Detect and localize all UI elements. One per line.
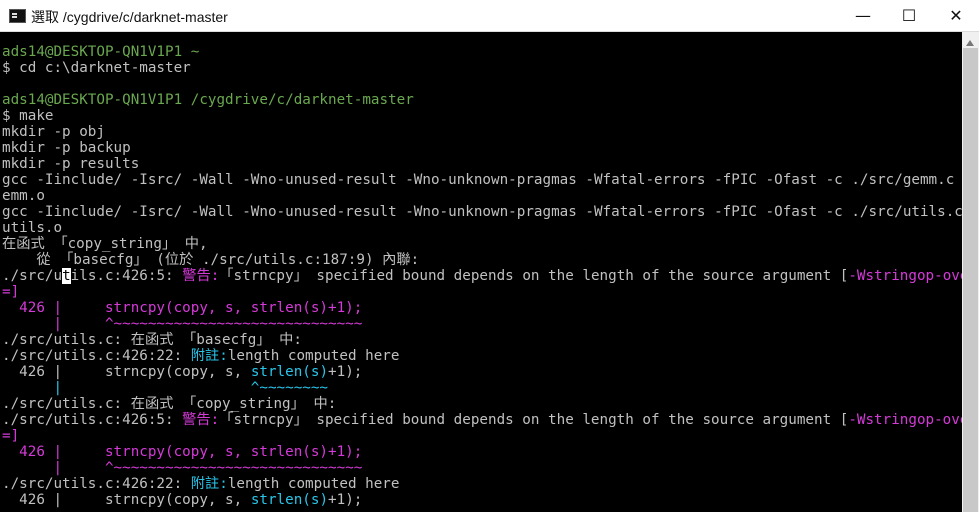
- file-location: ./src/utils.c:426:22:: [2, 476, 191, 492]
- caret-marker: | ^~~~~~~~~: [2, 380, 329, 396]
- gcc-command-line: gcc -Iinclude/ -Isrc/ -Wall -Wno-unused-…: [2, 204, 962, 220]
- source-code: 426 | strncpy(copy, s, strlen(s)+1);: [2, 444, 363, 460]
- title-bar[interactable]: 選取 /cygdrive/c/darknet-master — ☐ ✕: [0, 0, 979, 32]
- window-title: 選取 /cygdrive/c/darknet-master: [31, 9, 228, 25]
- function-context-line: ./src/utils.c: 在函式 「copy_string」 中:: [2, 396, 337, 412]
- source-code: +1);: [328, 492, 363, 508]
- file-location: ./src/u: [2, 268, 63, 284]
- note-line: ./src/utils.c:426:22: 附註:length computed…: [2, 348, 399, 364]
- source-code-line: 426 | strncpy(copy, s, strlen(s)+1);: [2, 492, 362, 508]
- minimize-button[interactable]: —: [840, 0, 886, 31]
- scroll-thumb[interactable]: [963, 48, 978, 512]
- warning-flag: -Wstringop-overflow: [848, 268, 962, 284]
- caret-line: | ^~~~~~~~~~~~~~~~~~~~~~~~~~~~~~: [2, 460, 362, 476]
- console-icon[interactable]: [9, 9, 26, 23]
- caret-line: | ^~~~~~~~~: [2, 380, 328, 396]
- highlighted-expression: strlen(s): [250, 364, 329, 380]
- note-text: length computed here: [227, 476, 400, 492]
- output-line: mkdir -p backup: [2, 140, 131, 156]
- warning-line: ./src/utils.c:426:5: 警告:「strncpy」 specif…: [2, 268, 962, 284]
- warning-flag-end: =]: [2, 428, 20, 444]
- note-text: length computed here: [227, 348, 400, 364]
- output-line: mkdir -p results: [2, 156, 140, 172]
- scroll-up-icon[interactable]: [966, 40, 974, 46]
- note-line: ./src/utils.c:426:22: 附註:length computed…: [2, 476, 399, 492]
- command-line: $ make: [2, 108, 54, 124]
- caret-marker: | ^~~~~~~~~~~~~~~~~~~~~~~~~~~~~~: [2, 460, 363, 476]
- source-code-line: 426 | strncpy(copy, s, strlen(s)+1);: [2, 444, 362, 460]
- inline-context-line: 從 「basecfg」 (位於 ./src/utils.c:187:9) 內聯:: [2, 252, 420, 268]
- text-cursor[interactable]: t: [62, 268, 71, 284]
- output-line: mkdir -p obj: [2, 124, 105, 140]
- source-code: 426 | strncpy(copy, s,: [2, 492, 251, 508]
- highlighted-expression: strlen(s): [250, 492, 329, 508]
- note-label: 附註:: [190, 476, 228, 492]
- function-context-line: 在函式 「copy_string」 中,: [2, 236, 208, 252]
- caret-line: | ^~~~~~~~~~~~~~~~~~~~~~~~~~~~~~: [2, 316, 362, 332]
- warning-flag-end: =]: [2, 284, 20, 300]
- source-code: 426 | strncpy(copy, s, strlen(s)+1);: [2, 300, 363, 316]
- warning-label: 警告:: [182, 412, 220, 428]
- source-code-line: 426 | strncpy(copy, s, strlen(s)+1);: [2, 300, 362, 316]
- vertical-scrollbar[interactable]: [962, 32, 979, 512]
- source-code: 426 | strncpy(copy, s,: [2, 364, 251, 380]
- file-location: ils.c:426:5:: [70, 268, 183, 284]
- warning-flag: -Wstringop-overflow: [848, 412, 962, 428]
- terminal-window: 選取 /cygdrive/c/darknet-master — ☐ ✕ ads1…: [0, 0, 979, 512]
- function-context-line: ./src/utils.c: 在函式 「basecfg」 中:: [2, 332, 302, 348]
- warning-text: 「strncpy」 specified bound depends on the…: [219, 268, 849, 284]
- command-line: $ cd c:\darknet-master: [2, 60, 191, 76]
- prompt-line: ads14@DESKTOP-QN1V1P1 /cygdrive/c/darkne…: [2, 92, 414, 108]
- warning-continuation: =]: [2, 428, 19, 444]
- note-label: 附註:: [190, 348, 228, 364]
- gcc-command-continuation: emm.o: [2, 188, 45, 204]
- warning-continuation: =]: [2, 284, 19, 300]
- maximize-button[interactable]: ☐: [886, 0, 932, 31]
- source-code: +1);: [328, 364, 363, 380]
- close-button[interactable]: ✕: [933, 0, 979, 31]
- source-code-line: 426 | strncpy(copy, s, strlen(s)+1);: [2, 364, 362, 380]
- file-location: ./src/utils.c:426:22:: [2, 348, 191, 364]
- gcc-command-continuation: utils.o: [2, 220, 63, 236]
- caret-marker: | ^~~~~~~~~~~~~~~~~~~~~~~~~~~~~~: [2, 316, 363, 332]
- prompt-line: ads14@DESKTOP-QN1V1P1 ~: [2, 44, 199, 60]
- file-location: ./src/utils.c:426:5:: [2, 412, 183, 428]
- warning-text: 「strncpy」 specified bound depends on the…: [219, 412, 849, 428]
- prompt-text: ads14@DESKTOP-QN1V1P1 ~: [2, 44, 200, 60]
- terminal-output[interactable]: ads14@DESKTOP-QN1V1P1 ~ $ cd c:\darknet-…: [0, 32, 962, 512]
- warning-line: ./src/utils.c:426:5: 警告:「strncpy」 specif…: [2, 412, 962, 428]
- prompt-text: ads14@DESKTOP-QN1V1P1 /cygdrive/c/darkne…: [2, 92, 414, 108]
- warning-label: 警告:: [182, 268, 220, 284]
- gcc-command-line: gcc -Iinclude/ -Isrc/ -Wall -Wno-unused-…: [2, 172, 962, 188]
